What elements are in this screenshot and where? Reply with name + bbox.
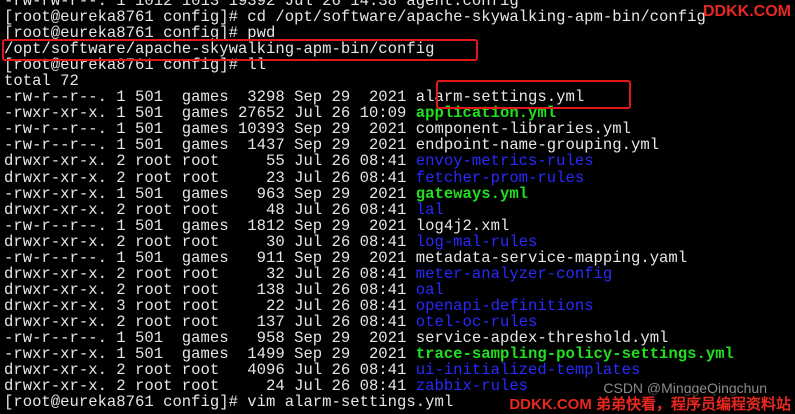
file-meta: -rw-r--r--. 1 501 games 958 Sep 29 2021 <box>4 329 416 347</box>
file-meta: drwxr-xr-x. 2 root root 48 Jul 26 08:41 <box>4 201 416 218</box>
watermark-ddkk-top: DDKK.COM <box>703 3 791 20</box>
file-listing-row: drwxr-xr-x. 2 root root 32 Jul 26 08:41 … <box>4 266 795 282</box>
file-listing-row: -rw-r--r--. 1 501 games 1437 Sep 29 2021… <box>4 137 795 153</box>
file-listing-row: drwxr-xr-x. 2 root root 138 Jul 26 08:41… <box>4 282 795 298</box>
file-listing-row: drwxr-xr-x. 2 root root 23 Jul 26 08:41 … <box>4 170 795 186</box>
file-listing-row: drwxr-xr-x. 2 root root 137 Jul 26 08:41… <box>4 314 795 330</box>
file-meta: -rw-r--r--. 1 501 games 10393 Sep 29 202… <box>4 121 416 138</box>
alarm-settings-highlight <box>436 80 631 109</box>
file-listing-row: -rw-r--r--. 1 501 games 958 Sep 29 2021 … <box>4 330 795 346</box>
file-meta: drwxr-xr-x. 2 root root 137 Jul 26 08:41 <box>4 313 416 330</box>
file-listing-row: drwxr-xr-x. 2 root root 55 Jul 26 08:41 … <box>4 153 795 169</box>
file-name[interactable]: gateways.yml <box>416 186 528 202</box>
file-meta: -rw-r--r--. 1 501 games 1437 Sep 29 2021 <box>4 137 416 154</box>
file-listing-row: -rwxr-xr-x. 1 501 games 963 Sep 29 2021 … <box>4 186 795 202</box>
file-listing-row: drwxr-xr-x. 2 root root 48 Jul 26 08:41 … <box>4 202 795 218</box>
file-name[interactable]: fetcher-prom-rules <box>416 170 584 186</box>
file-meta: drwxr-xr-x. 2 root root 55 Jul 26 08:41 <box>4 153 416 170</box>
file-listing-row: drwxr-xr-x. 2 root root 4096 Jul 26 08:4… <box>4 362 795 378</box>
file-meta: -rwxr-xr-x. 1 501 games 1499 Sep 29 2021 <box>4 346 416 363</box>
terminal-line: [root@eureka8761 config]# cd /opt/softwa… <box>4 9 706 26</box>
file-name[interactable]: openapi-definitions <box>416 298 594 314</box>
file-name[interactable]: log-mal-rules <box>416 234 538 250</box>
file-meta: -rwxr-xr-x. 1 501 games 963 Sep 29 2021 <box>4 185 416 202</box>
file-listing-row: -rw-r--r--. 1 501 games 10393 Sep 29 202… <box>4 121 795 137</box>
file-listing-row: -rwxr-xr-x. 1 501 games 27652 Jul 26 10:… <box>4 105 795 121</box>
terminal-output[interactable]: -rw-rw-r--. 1 1012 1013 19392 Jul 26 14:… <box>4 0 795 410</box>
file-listing-row: -rw-r--r--. 1 501 games 1812 Sep 29 2021… <box>4 218 795 234</box>
file-listing-row: -rwxr-xr-x. 1 501 games 1499 Sep 29 2021… <box>4 346 795 362</box>
file-name[interactable]: meter-analyzer-config <box>416 266 613 282</box>
file-name[interactable]: component-libraries.yml <box>416 121 631 137</box>
file-name[interactable]: otel-oc-rules <box>416 314 538 330</box>
terminal-line: -rw-rw-r--. 1 1012 1013 19392 Jul 26 14:… <box>4 0 519 10</box>
file-meta: drwxr-xr-x. 2 root root 4096 Jul 26 08:4… <box>4 362 416 379</box>
file-meta: drwxr-xr-x. 2 root root 30 Jul 26 08:41 <box>4 233 416 250</box>
file-name[interactable]: service-apdex-threshold.yml <box>416 330 669 346</box>
file-name[interactable]: trace-sampling-policy-settings.yml <box>416 346 734 362</box>
terminal-line: total 72 <box>4 73 79 90</box>
file-name[interactable]: log4j2.xml <box>416 218 510 234</box>
file-meta: drwxr-xr-x. 2 root root 23 Jul 26 08:41 <box>4 169 416 186</box>
file-listing-row: -rw-r--r--. 1 501 games 911 Sep 29 2021 … <box>4 250 795 266</box>
file-name[interactable]: metadata-service-mapping.yaml <box>416 250 687 266</box>
file-name[interactable]: zabbix-rules <box>416 378 528 394</box>
file-meta: -rw-r--r--. 1 501 games 911 Sep 29 2021 <box>4 249 416 266</box>
file-name[interactable]: envoy-metrics-rules <box>416 153 594 169</box>
file-meta: -rw-r--r--. 1 501 games 1812 Sep 29 2021 <box>4 217 416 234</box>
file-meta: drwxr-xr-x. 2 root root 32 Jul 26 08:41 <box>4 265 416 282</box>
file-listing-row: drwxr-xr-x. 3 root root 22 Jul 26 08:41 … <box>4 298 795 314</box>
file-name[interactable]: ui-initialized-templates <box>416 362 641 378</box>
file-meta: -rwxr-xr-x. 1 501 games 27652 Jul 26 10:… <box>4 105 416 122</box>
file-meta: drwxr-xr-x. 2 root root 138 Jul 26 08:41 <box>4 281 416 298</box>
file-listing-row: drwxr-xr-x. 2 root root 30 Jul 26 08:41 … <box>4 234 795 250</box>
file-listing-row: -rw-r--r--. 1 501 games 3298 Sep 29 2021… <box>4 89 795 105</box>
file-name[interactable]: oal <box>416 282 444 298</box>
file-name[interactable]: lal <box>416 202 444 218</box>
pwd-output-highlight <box>2 39 478 61</box>
file-meta: drwxr-xr-x. 3 root root 22 Jul 26 08:41 <box>4 297 416 314</box>
file-meta: -rw-r--r--. 1 501 games 3298 Sep 29 2021 <box>4 89 416 106</box>
file-name[interactable]: endpoint-name-grouping.yml <box>416 137 659 153</box>
file-meta: drwxr-xr-x. 2 root root 24 Jul 26 08:41 <box>4 378 416 395</box>
